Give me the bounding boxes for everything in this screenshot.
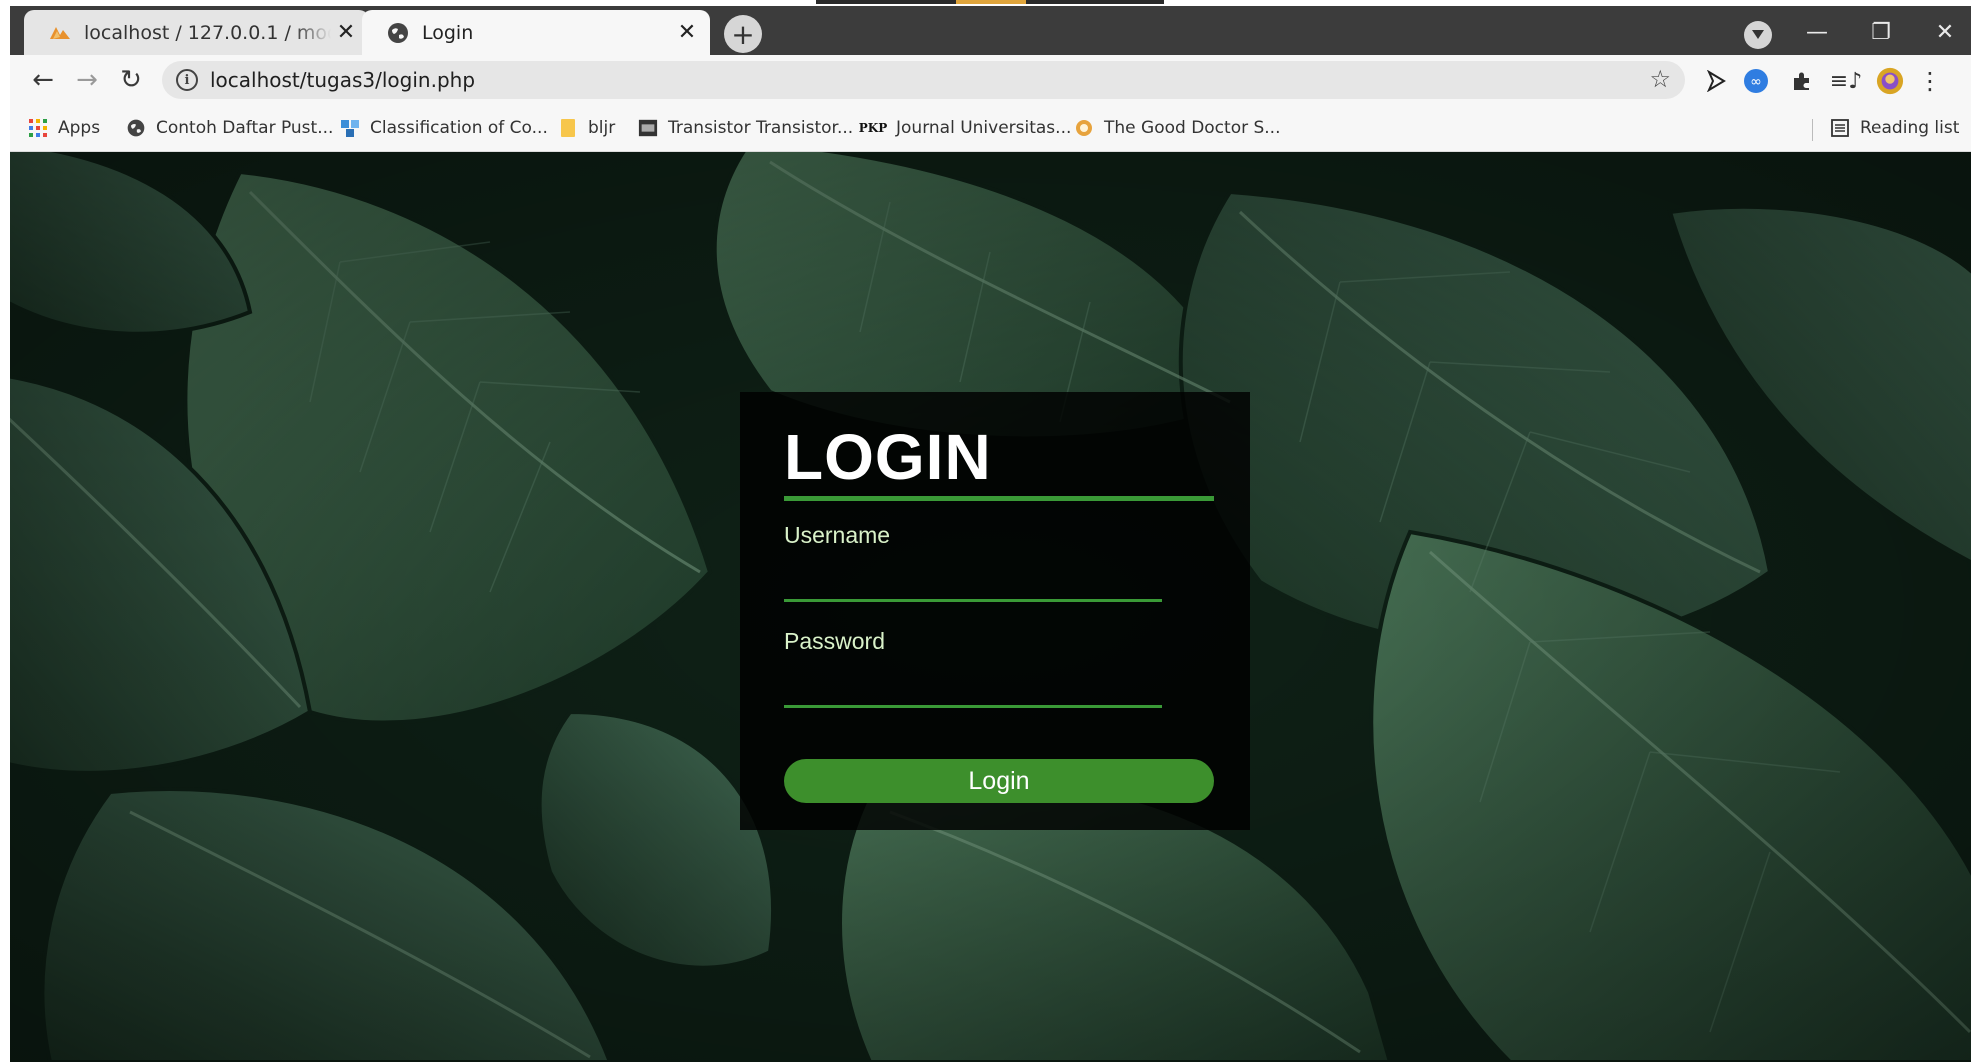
address-bar[interactable]: i localhost/tugas3/login.php ☆ — [162, 61, 1685, 99]
bookmark-classification[interactable]: Classification of Co... — [340, 115, 548, 141]
globe-icon — [388, 22, 408, 43]
password-input[interactable] — [784, 668, 1162, 708]
bookmarks-bar: Apps Contoh Daftar Pust... Classificatio… — [10, 105, 1971, 152]
heading-underline — [784, 496, 1214, 501]
bookmark-apps[interactable]: Apps — [28, 115, 100, 141]
bookmark-label: Transistor Transistor... — [668, 118, 854, 138]
new-tab-button[interactable]: + — [724, 15, 762, 53]
site-info-icon[interactable]: i — [176, 69, 198, 91]
good-doctor-icon — [1074, 118, 1094, 138]
close-tab-icon[interactable]: ✕ — [331, 18, 361, 48]
bookmark-label: Contoh Daftar Pust... — [156, 118, 334, 138]
extensions-puzzle-icon[interactable] — [1788, 67, 1816, 95]
browser-toolbar: ← → ↻ i localhost/tugas3/login.php ☆ ∞ ≡… — [10, 55, 1971, 105]
globe-icon — [126, 118, 146, 138]
bookmark-transistor[interactable]: Transistor Transistor... — [638, 115, 853, 141]
browser-tab-strip: localhost / 127.0.0.1 / modul6 / u ✕ Log… — [10, 6, 1971, 55]
send-extension-icon[interactable] — [1702, 67, 1730, 95]
folder-icon — [558, 118, 578, 138]
transistor-icon — [638, 118, 658, 138]
bookmark-star-icon[interactable]: ☆ — [1649, 65, 1671, 93]
media-queue-icon[interactable]: ≡♪ — [1830, 67, 1862, 95]
minimize-icon[interactable]: — — [1797, 15, 1837, 49]
reading-list-label: Reading list — [1860, 118, 1960, 138]
bookmark-label: Classification of Co... — [370, 118, 548, 138]
svg-text:∞: ∞ — [1750, 74, 1762, 90]
pkp-icon: PKP — [858, 121, 888, 135]
bookmark-bljr[interactable]: bljr — [558, 115, 615, 141]
address-text[interactable]: localhost/tugas3/login.php — [210, 68, 475, 92]
tab-search-icon[interactable] — [1744, 21, 1772, 49]
tab-phpmyadmin[interactable]: localhost / 127.0.0.1 / modul6 / u ✕ — [24, 10, 369, 55]
menu-kebab-icon[interactable]: ⋮ — [1916, 67, 1944, 95]
login-button[interactable]: Login — [784, 759, 1214, 803]
reload-icon[interactable]: ↻ — [116, 65, 146, 95]
username-label: Username — [784, 522, 891, 548]
phpmyadmin-icon — [50, 26, 70, 39]
bookmark-label: The Good Doctor S... — [1104, 118, 1281, 138]
close-tab-icon[interactable]: ✕ — [672, 18, 702, 48]
bookmark-journal[interactable]: PKP Journal Universitas... — [858, 115, 1072, 141]
login-card: LOGIN Username Password Login — [740, 392, 1250, 830]
username-input[interactable] — [784, 562, 1162, 602]
tab-login[interactable]: Login ✕ — [362, 10, 710, 55]
back-icon[interactable]: ← — [28, 65, 58, 95]
password-label: Password — [784, 628, 885, 654]
bookmark-label: Journal Universitas... — [896, 118, 1072, 138]
close-window-icon[interactable]: ✕ — [1925, 15, 1965, 49]
bookmark-good-doctor[interactable]: The Good Doctor S... — [1074, 115, 1281, 141]
bookmark-label: Apps — [58, 118, 101, 138]
reading-list-icon — [1830, 118, 1850, 138]
reading-list-button[interactable]: Reading list — [1830, 115, 1959, 141]
restore-icon[interactable]: ❐ — [1861, 15, 1901, 49]
classification-icon — [340, 118, 360, 138]
login-heading: LOGIN — [784, 421, 992, 493]
forward-icon[interactable]: → — [72, 65, 102, 95]
bookmarks-divider — [1812, 119, 1813, 141]
infinity-extension-icon[interactable]: ∞ — [1742, 67, 1770, 95]
bookmark-label: bljr — [588, 118, 616, 138]
apps-grid-icon — [28, 118, 48, 138]
page-viewport: LOGIN Username Password Login — [10, 152, 1971, 1062]
tab-title: localhost / 127.0.0.1 / modul6 / u — [84, 21, 331, 44]
tab-title: Login — [422, 21, 474, 44]
window-top-accent — [816, 0, 1164, 4]
bookmark-contoh-daftar[interactable]: Contoh Daftar Pust... — [126, 115, 333, 141]
avatar[interactable] — [1876, 67, 1904, 95]
